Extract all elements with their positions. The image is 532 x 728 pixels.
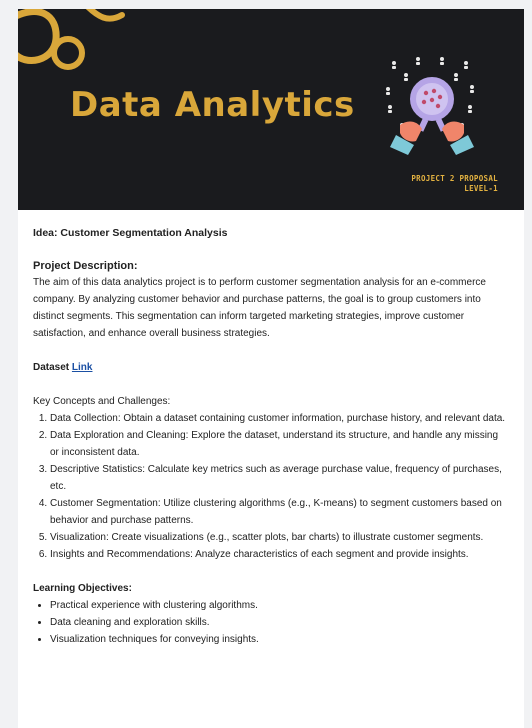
list-item: Data cleaning and exploration skills. (50, 614, 506, 631)
header-banner: Data Analytics PROJECT 2 PROPOSAL LEVEL-… (18, 9, 524, 210)
level-label: LEVEL-1 (464, 184, 498, 193)
list-item: Practical experience with clustering alg… (50, 597, 506, 614)
project-description-text: The aim of this data analytics project i… (33, 277, 486, 339)
banner-subtitle: PROJECT 2 PROPOSAL LEVEL-1 (411, 174, 498, 194)
dataset-line: Dataset Link (33, 359, 506, 376)
project-proposal-label: PROJECT 2 PROPOSAL (411, 174, 498, 183)
list-item: Visualization techniques for conveying i… (50, 631, 506, 648)
dataset-label: Dataset (33, 362, 70, 373)
list-item: Descriptive Statistics: Calculate key me… (50, 461, 506, 495)
list-item: Data Collection: Obtain a dataset contai… (50, 410, 506, 427)
learning-objectives-title: Learning Objectives: (33, 583, 132, 594)
dataset-link[interactable]: Link (72, 362, 93, 373)
learning-objectives-list: Practical experience with clustering alg… (33, 597, 506, 648)
key-concepts-title: Key Concepts and Challenges: (33, 396, 171, 407)
idea-heading: Idea: Customer Segmentation Analysis (33, 227, 228, 239)
list-item: Insights and Recommendations: Analyze ch… (50, 546, 506, 563)
banner-title: Data Analytics (70, 85, 355, 125)
magnifier-people-illustration-icon (386, 57, 474, 155)
list-item: Data Exploration and Cleaning: Explore t… (50, 427, 506, 461)
document-content: Idea: Customer Segmentation Analysis Pro… (18, 210, 524, 648)
key-concepts-list: Data Collection: Obtain a dataset contai… (33, 410, 506, 563)
list-item: Customer Segmentation: Utilize clusterin… (50, 495, 506, 529)
list-item: Visualization: Create visualizations (e.… (50, 529, 506, 546)
document-page: Data Analytics PROJECT 2 PROPOSAL LEVEL-… (18, 9, 524, 728)
project-description-heading: Project Description: (33, 260, 138, 272)
